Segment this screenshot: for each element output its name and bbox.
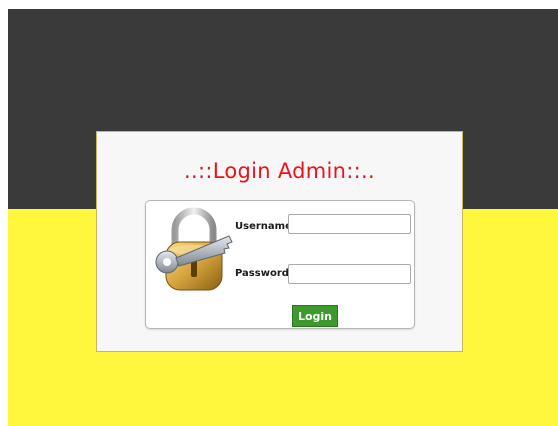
password-input[interactable] — [288, 264, 411, 284]
login-panel: ..::Login Admin::.. Username: Password … — [96, 131, 463, 352]
login-form: Username : Password : Login — [145, 200, 415, 329]
username-input[interactable] — [288, 214, 411, 234]
login-title: ..::Login Admin::.. — [184, 159, 375, 183]
padlock-key-icon — [149, 204, 239, 296]
login-button[interactable]: Login — [292, 305, 338, 327]
